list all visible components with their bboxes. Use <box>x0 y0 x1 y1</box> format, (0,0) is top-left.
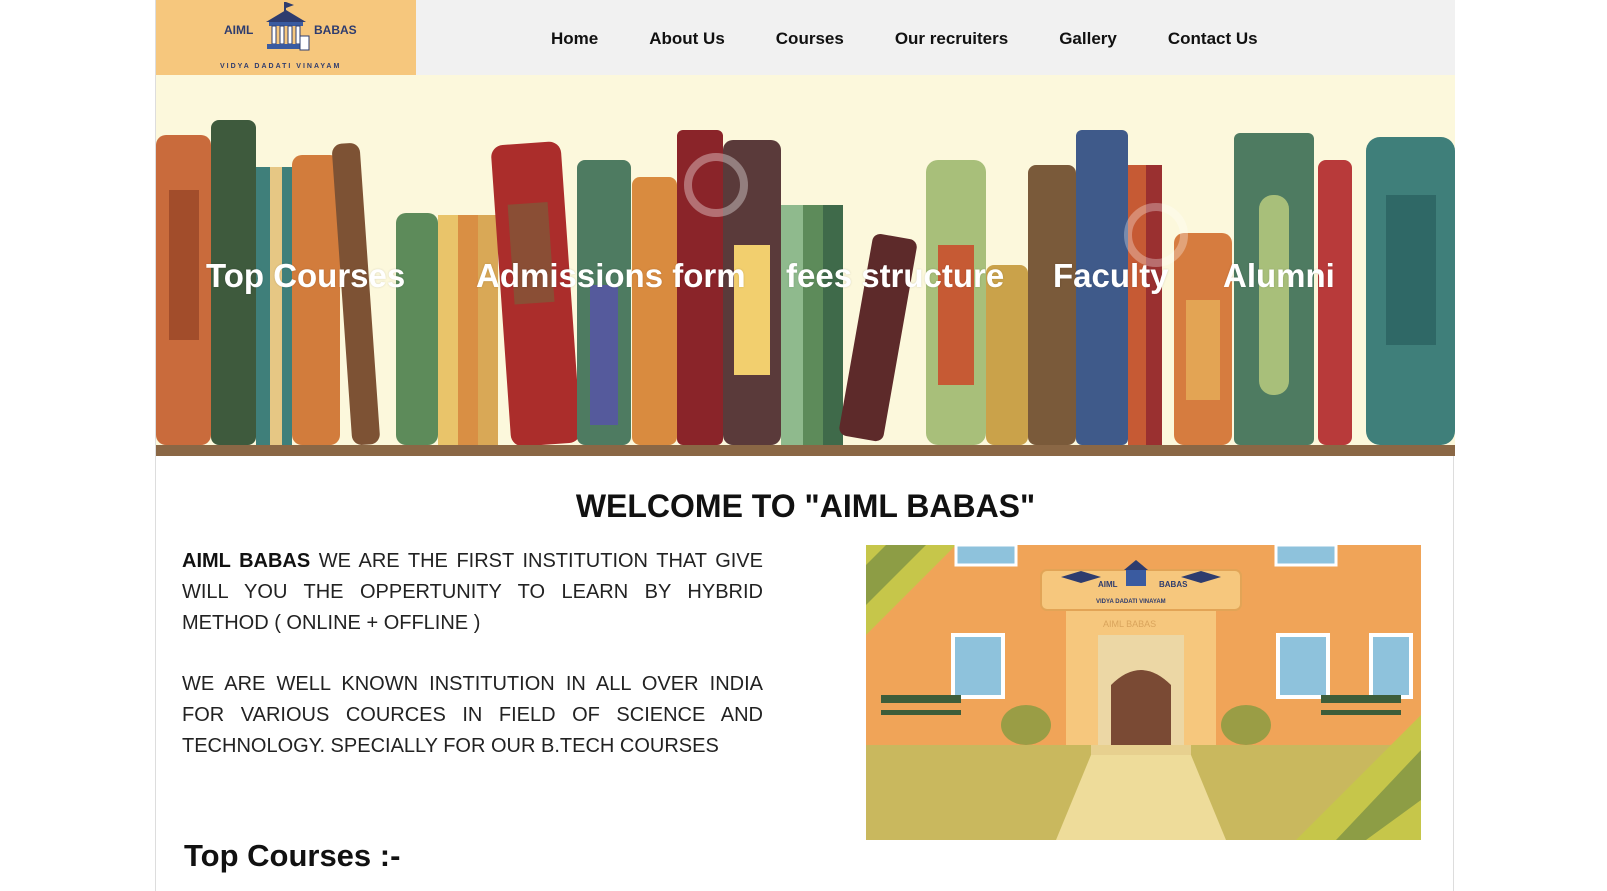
intro-paragraph-2: WE ARE WELL KNOWN INSTITUTION IN ALL OVE… <box>182 673 763 757</box>
campus-sign-left: AIML <box>1098 580 1118 589</box>
hero-link-top-courses[interactable]: Top Courses <box>206 257 405 295</box>
logo-text-left: AIML <box>224 23 254 37</box>
page-container: AIML BABAS VIDYA DADATI VINAYAM Home Abo… <box>155 0 1455 891</box>
nav-about-us[interactable]: About Us <box>649 29 725 49</box>
nav-home[interactable]: Home <box>551 29 598 49</box>
hero-link-faculty[interactable]: Faculty <box>1053 257 1169 295</box>
hero-banner: Top Courses Admissions form fees structu… <box>156 75 1455 456</box>
campus-illustration: AIML BABAS VIDYA DADATI VINAYAM AIML BAB… <box>866 545 1421 840</box>
hero-link-fees-structure[interactable]: fees structure <box>786 257 1004 295</box>
intro-paragraph-1: AIML BABAS WE ARE THE FIRST INSTITUTION … <box>182 546 763 639</box>
campus-building-label: AIML BABAS <box>1103 619 1156 629</box>
nav-gallery[interactable]: Gallery <box>1059 29 1117 49</box>
intro-text: AIML BABAS WE ARE THE FIRST INSTITUTION … <box>182 546 763 792</box>
campus-sign-tagline: VIDYA DADATI VINAYAM <box>1096 599 1166 605</box>
hero-link-admissions-form[interactable]: Admissions form <box>476 257 746 295</box>
intro-brand: AIML BABAS <box>182 550 311 572</box>
logo-text-right: BABAS <box>314 23 357 37</box>
site-header: AIML BABAS VIDYA DADATI VINAYAM Home Abo… <box>156 0 1455 75</box>
hero-link-alumni[interactable]: Alumni <box>1223 257 1335 295</box>
campus-sign-right: BABAS <box>1159 580 1188 589</box>
nav-our-recruiters[interactable]: Our recruiters <box>895 29 1008 49</box>
main-nav: Home About Us Courses Our recruiters Gal… <box>551 29 1309 49</box>
nav-contact-us[interactable]: Contact Us <box>1168 29 1258 49</box>
top-courses-heading: Top Courses :- <box>184 838 401 873</box>
logo-tagline: VIDYA DADATI VINAYAM <box>220 63 342 70</box>
site-logo[interactable]: AIML BABAS VIDYA DADATI VINAYAM <box>156 0 416 75</box>
nav-courses[interactable]: Courses <box>776 29 844 49</box>
shelf-line <box>156 445 1455 456</box>
institution-icon <box>266 2 310 51</box>
welcome-heading: WELCOME TO "AIML BABAS" <box>575 488 1036 524</box>
campus-image: AIML BABAS VIDYA DADATI VINAYAM AIML BAB… <box>866 545 1421 840</box>
